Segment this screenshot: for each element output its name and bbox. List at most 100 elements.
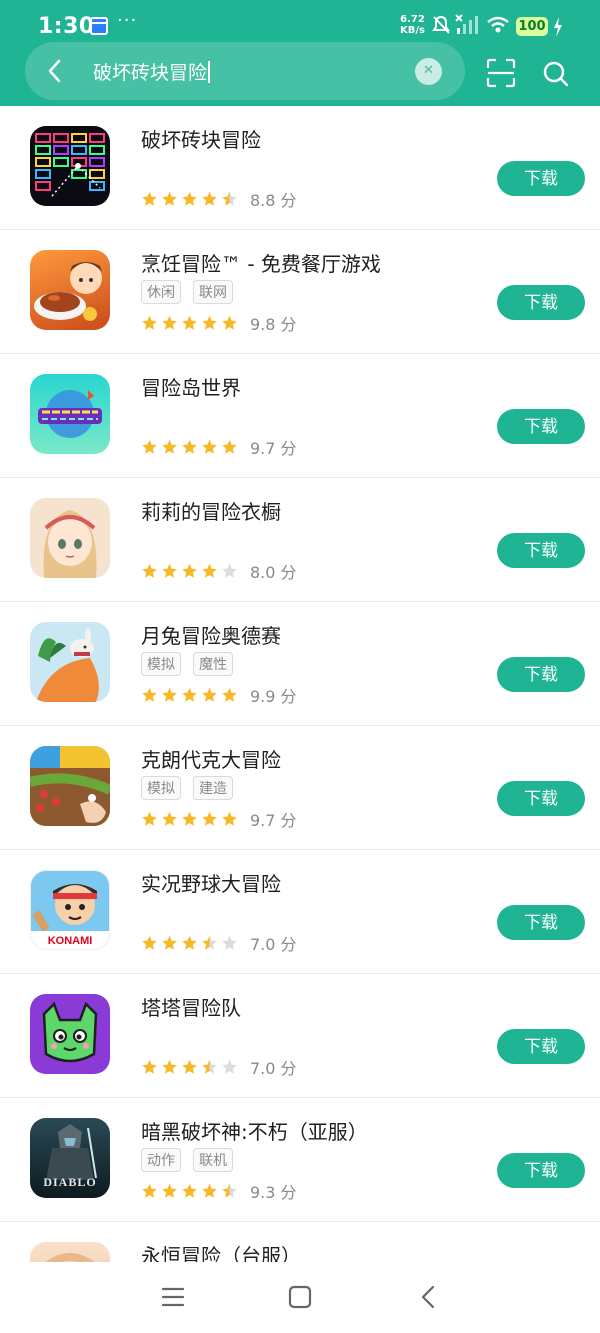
home-square-icon[interactable] — [288, 1285, 312, 1309]
download-button[interactable]: 下载 — [497, 781, 585, 816]
star-rating — [141, 315, 238, 331]
star-icon — [222, 191, 237, 206]
app-name: 永恒冒险（台服） — [141, 1244, 301, 1262]
star-icon — [202, 315, 217, 330]
star-icon — [222, 563, 237, 578]
power-pro-baseball-icon[interactable]: KONAMI — [30, 870, 110, 950]
app-score: 8.0 分 — [250, 563, 297, 582]
star-rating — [141, 1183, 238, 1199]
eternal-adventure-icon[interactable] — [30, 1242, 110, 1262]
star-rating — [141, 935, 238, 951]
star-icon — [162, 1183, 177, 1198]
download-button[interactable]: 下载 — [497, 905, 585, 940]
app-name: 塔塔冒险队 — [141, 996, 241, 1020]
back-chevron-icon[interactable] — [418, 1284, 438, 1310]
download-button[interactable]: 下载 — [497, 285, 585, 320]
text-caret — [208, 61, 210, 83]
download-button[interactable]: 下载 — [497, 1153, 585, 1188]
search-bar[interactable]: 破坏砖块冒险 ✕ — [25, 42, 465, 100]
star-icon — [222, 439, 237, 454]
app-list-item[interactable]: 冒险岛世界 9.7 分 下载 — [0, 354, 600, 478]
app-list-item[interactable]: 烹饪冒险™ - 免费餐厅游戏 休闲 联网 9.8 分 下载 — [0, 230, 600, 354]
star-icon — [222, 687, 237, 702]
search-input[interactable]: 破坏砖块冒险 — [93, 58, 210, 85]
star-icon — [182, 687, 197, 702]
app-tag: 休闲 — [141, 280, 181, 304]
star-icon — [202, 1059, 217, 1074]
scan-icon[interactable] — [486, 58, 516, 88]
download-button[interactable]: 下载 — [497, 533, 585, 568]
star-icon — [162, 1059, 177, 1074]
star-icon — [142, 687, 157, 702]
app-list-item[interactable]: 克朗代克大冒险 模拟 建造 9.7 分 下载 — [0, 726, 600, 850]
search-results-list[interactable]: 破坏砖块冒险 8.8 分 下载 烹饪冒险™ - 免费餐厅游戏 休闲 联网 9.8… — [0, 106, 600, 1262]
star-icon — [162, 811, 177, 826]
app-name: 暗黑破坏神:不朽（亚服） — [141, 1120, 368, 1144]
star-icon — [202, 935, 217, 950]
recent-apps-menu-icon[interactable] — [161, 1286, 185, 1308]
app-score: 9.7 分 — [250, 811, 297, 830]
star-icon — [202, 687, 217, 702]
battery-level: 100 — [516, 17, 548, 36]
search-icon[interactable] — [542, 60, 570, 88]
app-list-item[interactable]: DIABLO 暗黑破坏神:不朽（亚服） 动作 联机 9.3 分 下载 — [0, 1098, 600, 1222]
star-icon — [182, 439, 197, 454]
app-score: 9.9 分 — [250, 687, 297, 706]
star-icon — [202, 811, 217, 826]
cooking-adventure-icon[interactable] — [30, 250, 110, 330]
star-rating — [141, 191, 238, 207]
star-icon — [182, 563, 197, 578]
star-icon — [202, 1183, 217, 1198]
network-speed: 6.72 KB/s — [400, 14, 425, 36]
app-list-item[interactable]: 破坏砖块冒险 8.8 分 下载 — [0, 106, 600, 230]
star-icon — [142, 811, 157, 826]
star-rating — [141, 811, 238, 827]
star-icon — [162, 191, 177, 206]
tata-team-icon[interactable] — [30, 994, 110, 1074]
star-icon — [202, 563, 217, 578]
download-button[interactable]: 下载 — [497, 657, 585, 692]
status-time: 1:30 — [38, 14, 95, 39]
wifi-icon — [487, 16, 509, 33]
maplestory-worlds-icon[interactable] — [30, 374, 110, 454]
app-rating: 8.0 分 — [141, 559, 297, 583]
app-name: 冒险岛世界 — [141, 376, 241, 400]
app-list-item[interactable]: 永恒冒险（台服） — [0, 1222, 600, 1262]
app-rating: 8.8 分 — [141, 187, 297, 211]
lily-wardrobe-icon[interactable] — [30, 498, 110, 578]
klondike-icon[interactable] — [30, 746, 110, 826]
star-icon — [162, 935, 177, 950]
app-rating: 9.3 分 — [141, 1179, 297, 1203]
star-icon — [142, 315, 157, 330]
app-tag: 动作 — [141, 1148, 181, 1172]
star-icon — [142, 935, 157, 950]
star-icon — [222, 1183, 237, 1198]
moon-rabbit-icon[interactable] — [30, 622, 110, 702]
app-tag: 魔性 — [193, 652, 233, 676]
app-score: 9.7 分 — [250, 439, 297, 458]
app-name: 烹饪冒险™ - 免费餐厅游戏 — [141, 252, 381, 276]
app-list-item[interactable]: 莉莉的冒险衣橱 8.0 分 下载 — [0, 478, 600, 602]
app-name: 克朗代克大冒险 — [141, 748, 281, 772]
app-tags: 休闲 联网 — [141, 280, 233, 304]
back-arrow-icon[interactable] — [45, 58, 65, 84]
download-button[interactable]: 下载 — [497, 161, 585, 196]
star-rating — [141, 439, 238, 455]
download-button[interactable]: 下载 — [497, 1029, 585, 1064]
diablo-logo: DIABLO — [43, 1175, 97, 1189]
star-icon — [222, 315, 237, 330]
app-tag: 联机 — [193, 1148, 233, 1172]
star-rating — [141, 563, 238, 579]
clear-search-button[interactable]: ✕ — [415, 58, 442, 85]
app-list-item[interactable]: 月兔冒险奥德赛 模拟 魔性 9.9 分 下载 — [0, 602, 600, 726]
app-rating: 9.9 分 — [141, 683, 297, 707]
app-tags: 模拟 魔性 — [141, 652, 233, 676]
app-list-item[interactable]: 塔塔冒险队 7.0 分 下载 — [0, 974, 600, 1098]
app-list-item[interactable]: KONAMI 实况野球大冒险 7.0 分 下载 — [0, 850, 600, 974]
star-icon — [182, 1059, 197, 1074]
diablo-icon[interactable]: DIABLO — [30, 1118, 110, 1198]
download-button[interactable]: 下载 — [497, 409, 585, 444]
brick-breaker-icon[interactable] — [30, 126, 110, 206]
star-icon — [182, 935, 197, 950]
app-rating: 9.7 分 — [141, 807, 297, 831]
